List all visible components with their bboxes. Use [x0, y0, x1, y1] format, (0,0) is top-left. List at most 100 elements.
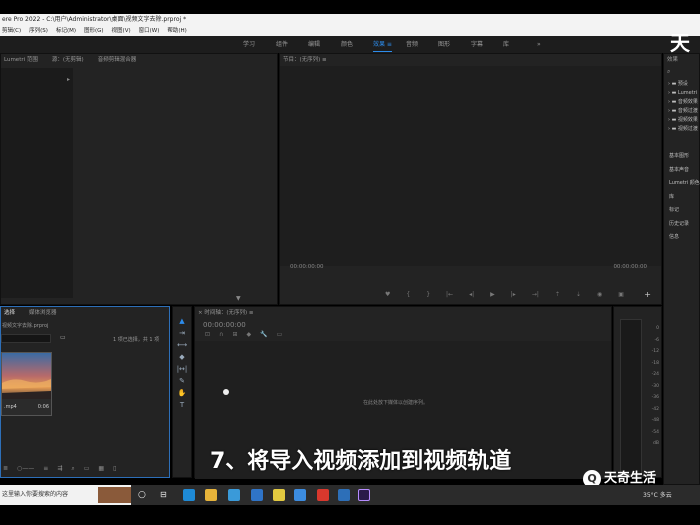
menu-window[interactable]: 窗口(W) — [139, 26, 160, 36]
selection-tool-icon[interactable]: ▲ — [173, 315, 191, 327]
section-libraries[interactable]: 库 — [669, 191, 700, 205]
compare-icon[interactable]: ▣ — [618, 291, 624, 298]
go-to-in-icon[interactable]: |← — [446, 291, 453, 298]
tool-list: ▲ ⇥ ⟷ ◆ |↔| ✎ ✋ T — [173, 307, 191, 411]
edge-browser-icon[interactable] — [183, 489, 195, 501]
track-select-tool-icon[interactable]: ⇥ — [173, 327, 191, 339]
timeline-drop-hint: 在此处放下媒体以创建序列。 — [363, 400, 429, 406]
type-tool-icon[interactable]: T — [173, 399, 191, 411]
menu-clip[interactable]: 剪辑(C) — [2, 26, 21, 36]
tab-editing[interactable]: 编辑 — [308, 36, 320, 53]
clip-thumbnail-card[interactable]: .mp4 0:06 — [1, 352, 52, 416]
mail-icon[interactable] — [251, 489, 263, 501]
tab-audio-clip-mixer[interactable]: 音频剪辑混合器 — [98, 54, 137, 66]
section-markers[interactable]: 标记 — [669, 204, 700, 218]
audio-meter-bar — [620, 319, 642, 475]
marker-icon[interactable]: ♥ — [385, 291, 390, 298]
razor-tool-icon[interactable]: ◆ — [173, 351, 191, 363]
tab-audio[interactable]: 音频 — [406, 36, 418, 53]
tree-item-presets[interactable]: › ▬ 预设 — [668, 80, 698, 89]
tab-media-browser[interactable]: 媒体浏览器 — [29, 307, 57, 319]
linked-icon[interactable]: ⊞ — [232, 331, 237, 338]
tab-learn[interactable]: 学习 — [243, 36, 255, 53]
zoom-slider[interactable]: ○—— — [17, 465, 34, 473]
search-icon[interactable]: ⌕ — [667, 68, 670, 76]
hand-tool-icon[interactable]: ✋ — [173, 387, 191, 399]
workspace-overflow-button[interactable]: » — [537, 36, 541, 53]
menu-markers[interactable]: 标记(M) — [56, 26, 76, 36]
go-to-out-icon[interactable]: →| — [532, 291, 539, 298]
start-circle-icon[interactable]: ○ — [138, 489, 150, 501]
tree-item-video-effects[interactable]: › ▬ 视频效果 — [668, 116, 698, 125]
chrome-icon[interactable] — [273, 489, 285, 501]
tree-item-video-transitions[interactable]: › ▬ 视频过渡 — [668, 125, 698, 134]
tab-source[interactable]: 源：(无剪辑) — [52, 54, 84, 66]
captions-icon[interactable]: ▭ — [277, 331, 283, 338]
list-view-icon[interactable]: ≣ — [3, 465, 8, 473]
add-marker-icon[interactable]: ◆ — [246, 331, 251, 338]
store-icon[interactable] — [228, 489, 240, 501]
menu-help[interactable]: 帮助(H) — [167, 26, 186, 36]
transport-controls: ♥ { } |← ◂| ▶ |▸ →| ⇡ ⇣ ◉ ▣ — [385, 291, 635, 298]
new-item-icon[interactable]: ▦ — [98, 465, 104, 473]
tree-item-lumetri[interactable]: › ▬ Lumetri — [668, 89, 698, 98]
new-bin-bottom-icon[interactable]: ▭ — [84, 465, 90, 473]
task-view-icon[interactable]: ⊟ — [160, 489, 172, 501]
lift-icon[interactable]: ⇡ — [555, 291, 560, 298]
find-icon[interactable]: ⌕ — [71, 465, 74, 473]
weather-widget[interactable]: 35°C 多云 — [643, 490, 672, 499]
section-info[interactable]: 信息 — [669, 231, 700, 245]
section-lumetri-color[interactable]: Lumetri 颜色 — [669, 177, 700, 191]
extract-icon[interactable]: ⇣ — [576, 291, 581, 298]
tab-assembly[interactable]: 组件 — [276, 36, 288, 53]
tab-color[interactable]: 颜色 — [341, 36, 353, 53]
add-button-icon[interactable]: + — [644, 290, 651, 299]
tab-graphics[interactable]: 图形 — [438, 36, 450, 53]
filter-icon[interactable]: ▼ — [236, 295, 241, 302]
project-search-input[interactable] — [1, 334, 51, 343]
section-essential-sound[interactable]: 基本声音 — [669, 164, 700, 178]
snap-icon[interactable]: ∩ — [219, 331, 223, 338]
section-history[interactable]: 历史记录 — [669, 218, 700, 232]
menu-sequence[interactable]: 序列(S) — [29, 26, 48, 36]
sort-icon[interactable]: ≡ — [43, 465, 48, 473]
section-essential-graphics[interactable]: 基本图形 — [669, 150, 700, 164]
tab-captions[interactable]: 字幕 — [471, 36, 483, 53]
camera-icon[interactable]: ◉ — [597, 291, 602, 298]
mark-in-icon[interactable]: { — [406, 291, 410, 298]
tree-item-audio-transitions[interactable]: › ▬ 音频过渡 — [668, 107, 698, 116]
file-explorer-icon[interactable] — [205, 489, 217, 501]
step-back-icon[interactable]: ◂| — [469, 291, 474, 298]
slip-tool-icon[interactable]: |↔| — [173, 363, 191, 375]
new-bin-icon[interactable]: ▭ — [60, 334, 66, 341]
menu-graphics[interactable]: 图形(G) — [84, 26, 104, 36]
tree-item-audio-effects[interactable]: › ▬ 音频效果 — [668, 98, 698, 107]
effects-title: 效果 — [667, 57, 679, 63]
tab-effects[interactable]: 效果 ≡ — [373, 36, 400, 53]
program-title: 节目：(无序列) ≡ — [283, 57, 327, 63]
program-timecode-left[interactable]: 00:00:00:00 — [290, 264, 324, 270]
wps-icon[interactable] — [317, 489, 329, 501]
trash-icon[interactable]: ▯ — [113, 465, 116, 473]
ripple-edit-tool-icon[interactable]: ⟷ — [173, 339, 191, 351]
play-icon[interactable]: ▶ — [490, 291, 495, 298]
play-arrow-icon: ▸ — [67, 76, 71, 83]
tab-libraries[interactable]: 库 — [503, 36, 509, 53]
tab-project[interactable]: 选择 — [4, 307, 15, 319]
premiere-pro-icon[interactable] — [358, 489, 370, 501]
tab-lumetri-scopes[interactable]: Lumetri 范围 — [4, 54, 38, 66]
audio-meter-scale: 0 -6 -12 -18 -24 -30 -36 -42 -48 -54 dB — [651, 326, 659, 446]
nest-icon[interactable]: ⊡ — [205, 331, 210, 338]
step-forward-icon[interactable]: |▸ — [511, 291, 516, 298]
wrench-icon[interactable]: 🔧 — [260, 331, 267, 338]
tutorial-caption: 7、将导入视频添加到视频轨道 — [210, 449, 512, 474]
image-viewer-icon[interactable] — [338, 489, 350, 501]
automate-icon[interactable]: ⇶ — [57, 465, 62, 473]
timeline-timecode[interactable]: 00:00:00:00 — [203, 321, 246, 329]
pen-tool-icon[interactable]: ✎ — [173, 375, 191, 387]
audio-meter-panel: 0 -6 -12 -18 -24 -30 -36 -42 -48 -54 dB — [613, 306, 662, 478]
menu-view[interactable]: 视图(V) — [112, 26, 131, 36]
program-monitor — [280, 66, 661, 266]
bookmark-app-icon[interactable] — [294, 489, 306, 501]
mark-out-icon[interactable]: } — [426, 291, 430, 298]
